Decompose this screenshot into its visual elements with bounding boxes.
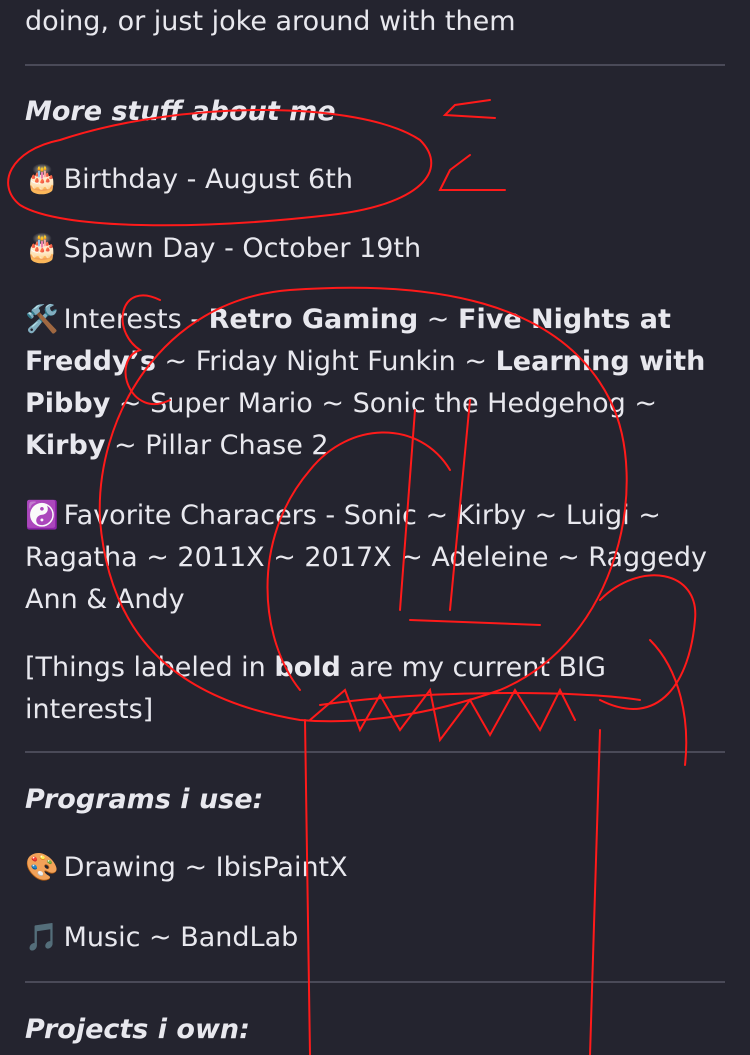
- interest-separator: ~: [110, 388, 151, 419]
- projects-heading: Projects i own:: [25, 1014, 250, 1045]
- divider: [25, 751, 725, 753]
- cake-icon: 🎂: [25, 233, 59, 264]
- birthday-text: Birthday - August 6th: [63, 164, 353, 195]
- note-bold-word: bold: [274, 652, 341, 683]
- drawing-text: Drawing ~ IbisPaintX: [63, 852, 348, 883]
- divider: [25, 64, 725, 66]
- yin-yang-icon: ☯️: [25, 500, 59, 531]
- characters-paragraph: ☯️ Favorite Characers - Sonic ~ Kirby ~ …: [25, 495, 725, 621]
- arrow-mark: [442, 99, 496, 119]
- interests-label: Interests -: [63, 304, 201, 335]
- music-row: 🎵 Music ~ BandLab: [25, 916, 298, 960]
- interest-separator: ~: [155, 346, 196, 377]
- divider: [25, 981, 725, 983]
- tools-icon: 🛠️: [25, 304, 59, 335]
- music-note-icon: 🎵: [25, 922, 59, 953]
- arrow-mark: [438, 154, 506, 191]
- cake-icon: 🎂: [25, 164, 59, 195]
- programs-heading: Programs i use:: [25, 784, 264, 815]
- interest-separator: ~: [418, 304, 459, 335]
- interest-separator: ~: [625, 388, 657, 419]
- palette-icon: 🎨: [25, 852, 59, 883]
- spawn-day-row: 🎂 Spawn Day - October 19th: [25, 227, 421, 271]
- more-stuff-heading: More stuff about me: [25, 96, 336, 127]
- music-text: Music ~ BandLab: [63, 922, 299, 953]
- interest-item: Friday Night Funkin: [195, 346, 456, 377]
- interest-item: Super Mario: [150, 388, 313, 419]
- interest-item: Pillar Chase 2: [145, 430, 329, 461]
- characters-text: Favorite Characers - Sonic ~ Kirby ~ Lui…: [25, 500, 708, 615]
- intro-tail-text: doing, or just joke around with them: [25, 6, 516, 37]
- doodle-body-line: [589, 729, 601, 1055]
- note-text: [Things labeled in: [25, 652, 275, 683]
- interest-separator: ~: [312, 388, 353, 419]
- spawn-day-text: Spawn Day - October 19th: [63, 233, 422, 264]
- birthday-row: 🎂 Birthday - August 6th: [25, 158, 353, 202]
- drawing-row: 🎨 Drawing ~ IbisPaintX: [25, 846, 348, 890]
- interest-separator: ~: [105, 430, 146, 461]
- interest-item: Retro Gaming: [208, 304, 419, 335]
- interest-item: Sonic the Hedgehog: [352, 388, 626, 419]
- interest-separator: ~: [455, 346, 496, 377]
- interests-paragraph: 🛠️ Interests - Retro Gaming ~ Five Night…: [25, 299, 725, 467]
- bold-note: [Things labeled in bold are my current B…: [25, 647, 725, 731]
- interest-item: Kirby: [25, 430, 106, 461]
